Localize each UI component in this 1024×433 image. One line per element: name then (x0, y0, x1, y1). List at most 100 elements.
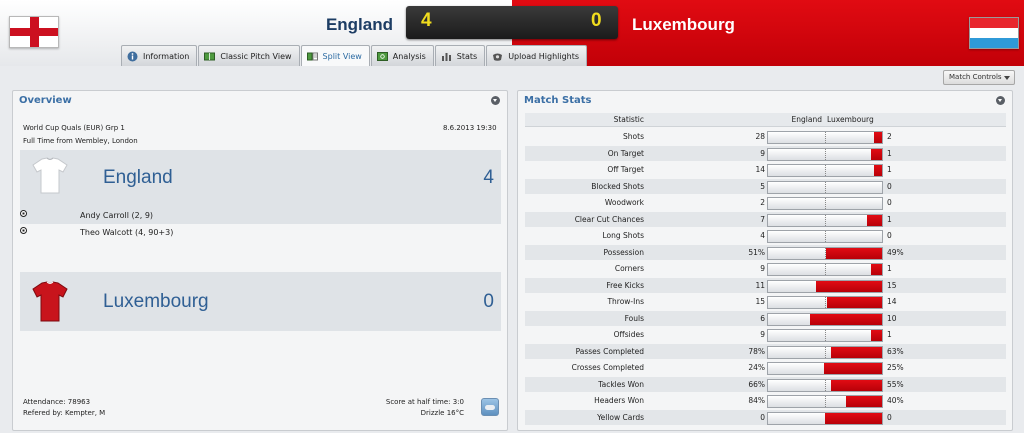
stat-home-value: 24% (748, 363, 765, 372)
stat-comparison-bar (767, 411, 883, 425)
stat-comparison-bar (767, 213, 883, 227)
stat-comparison-bar (767, 362, 883, 375)
stat-away-value: 63% (887, 346, 904, 356)
stat-label: Clear Cut Chances (574, 214, 644, 224)
stat-row: Corners 9 1 (525, 261, 1006, 276)
stat-away-value: 55% (887, 379, 904, 389)
goal-row: Andy Carroll (2, 9) (20, 210, 220, 222)
stat-comparison-bar (767, 131, 883, 144)
tab-analysis[interactable]: Analysis (370, 45, 434, 66)
split-view-icon (306, 51, 318, 62)
stat-home-value: 78% (748, 346, 765, 356)
stat-comparison-bar (767, 230, 883, 243)
stat-away-value: 25% (887, 363, 904, 372)
stat-home-value: 7 (760, 214, 765, 224)
goal-row: Theo Walcott (4, 90+3) (20, 227, 220, 239)
stat-row: Throw-Ins 15 14 (525, 294, 1006, 309)
stat-comparison-bar (767, 312, 883, 326)
stat-away-value: 0 (887, 181, 892, 191)
match-controls-dropdown[interactable]: Match Controls (943, 70, 1015, 85)
overview-title: Overview (19, 95, 72, 106)
stat-comparison-bar (767, 246, 883, 260)
stat-home-value: 9 (760, 330, 765, 339)
match-datetime: 8.6.2013 19:30 (443, 124, 497, 132)
stat-label: Tackles Won (598, 379, 644, 389)
goal-scorer[interactable]: Andy Carroll (2, 9) (80, 211, 153, 220)
stat-away-value: 0 (887, 412, 892, 422)
stat-away-value: 1 (887, 330, 892, 339)
away-team-block: Luxembourg 0 (20, 272, 501, 331)
away-column-header: Luxembourg (827, 115, 874, 124)
weather-label: Drizzle 16°C (420, 409, 464, 417)
stat-row: Free Kicks 11 15 (525, 277, 1006, 293)
stat-label: Yellow Cards (597, 412, 644, 422)
home-team-overview-name[interactable]: England (103, 167, 173, 189)
info-icon (127, 51, 138, 62)
away-share-fill (831, 346, 882, 358)
stat-away-value: 0 (887, 231, 892, 240)
stat-label: Offsides (613, 330, 644, 339)
stat-label: Woodwork (604, 198, 644, 207)
stat-row: Headers Won 84% 40% (525, 393, 1006, 408)
stat-comparison-bar (767, 180, 883, 194)
stat-comparison-bar (767, 378, 883, 392)
stat-away-value: 15 (887, 280, 897, 290)
away-share-fill (871, 330, 882, 341)
stat-label: Fouls (624, 313, 644, 323)
england-flag-icon (9, 16, 59, 48)
stat-home-value: 51% (748, 247, 765, 257)
stat-home-value: 4 (760, 231, 765, 240)
stat-label: Corners (614, 264, 644, 273)
home-score: 4 (421, 10, 432, 31)
home-team-name[interactable]: England (270, 15, 393, 35)
stat-comparison-bar (767, 147, 883, 161)
stat-home-value: 2 (760, 198, 765, 207)
stat-label: Possession (603, 247, 644, 257)
away-team-overview-name[interactable]: Luxembourg (103, 291, 209, 313)
home-column-header: England (791, 115, 822, 124)
away-share-fill (871, 148, 882, 160)
away-share-fill (871, 264, 882, 275)
ball-icon (20, 227, 27, 234)
stat-away-value: 1 (887, 148, 892, 158)
stat-label: Free Kicks (606, 280, 644, 290)
tab-information[interactable]: Information (121, 45, 198, 66)
goal-scorer[interactable]: Theo Walcott (4, 90+3) (80, 228, 173, 237)
stat-home-value: 11 (755, 280, 765, 290)
stat-row: Yellow Cards 0 0 (525, 409, 1006, 425)
stat-comparison-bar (767, 395, 883, 408)
away-share-fill (867, 214, 882, 226)
stat-away-value: 10 (887, 313, 897, 323)
stat-home-value: 5 (760, 181, 765, 191)
stats-table-header: Statistic England Luxembourg (525, 113, 1006, 127)
tab-stats[interactable]: Stats (434, 45, 486, 66)
match-stats-panel: Match Stats Statistic England Luxembourg… (517, 90, 1013, 431)
tab-split-view[interactable]: Split View (300, 45, 370, 66)
ball-icon (20, 210, 27, 217)
away-share-fill (824, 363, 882, 374)
stats-icon (441, 51, 452, 62)
away-share-fill (826, 247, 882, 259)
stat-comparison-bar (767, 345, 883, 359)
home-team-overview-score: 4 (483, 167, 494, 188)
stat-label: Headers Won (594, 396, 644, 405)
away-team-name[interactable]: Luxembourg (632, 15, 735, 35)
stat-label: Shots (623, 132, 644, 141)
upload-icon (492, 51, 503, 62)
match-header: England 4 0 Luxembourg Information Class… (0, 0, 1024, 66)
stat-comparison-bar (767, 164, 883, 177)
stat-row: Possession 51% 49% (525, 244, 1006, 260)
tab-classic-pitch-view[interactable]: Classic Pitch View (198, 45, 300, 66)
view-tabs: Information Classic Pitch View Split Vie… (121, 45, 588, 66)
half-time-score: Score at half time: 3:0 (385, 398, 464, 406)
panel-menu-icon[interactable] (491, 96, 500, 105)
tab-upload-highlights[interactable]: Upload Highlights (486, 45, 588, 66)
panel-menu-icon[interactable] (996, 96, 1005, 105)
stat-home-value: 15 (755, 297, 765, 306)
stat-away-value: 2 (887, 132, 892, 141)
away-share-fill (846, 396, 882, 407)
stat-away-value: 49% (887, 247, 904, 257)
away-team-overview-score: 0 (483, 291, 494, 312)
stat-row: Clear Cut Chances 7 1 (525, 211, 1006, 227)
stat-home-value: 6 (760, 313, 765, 323)
